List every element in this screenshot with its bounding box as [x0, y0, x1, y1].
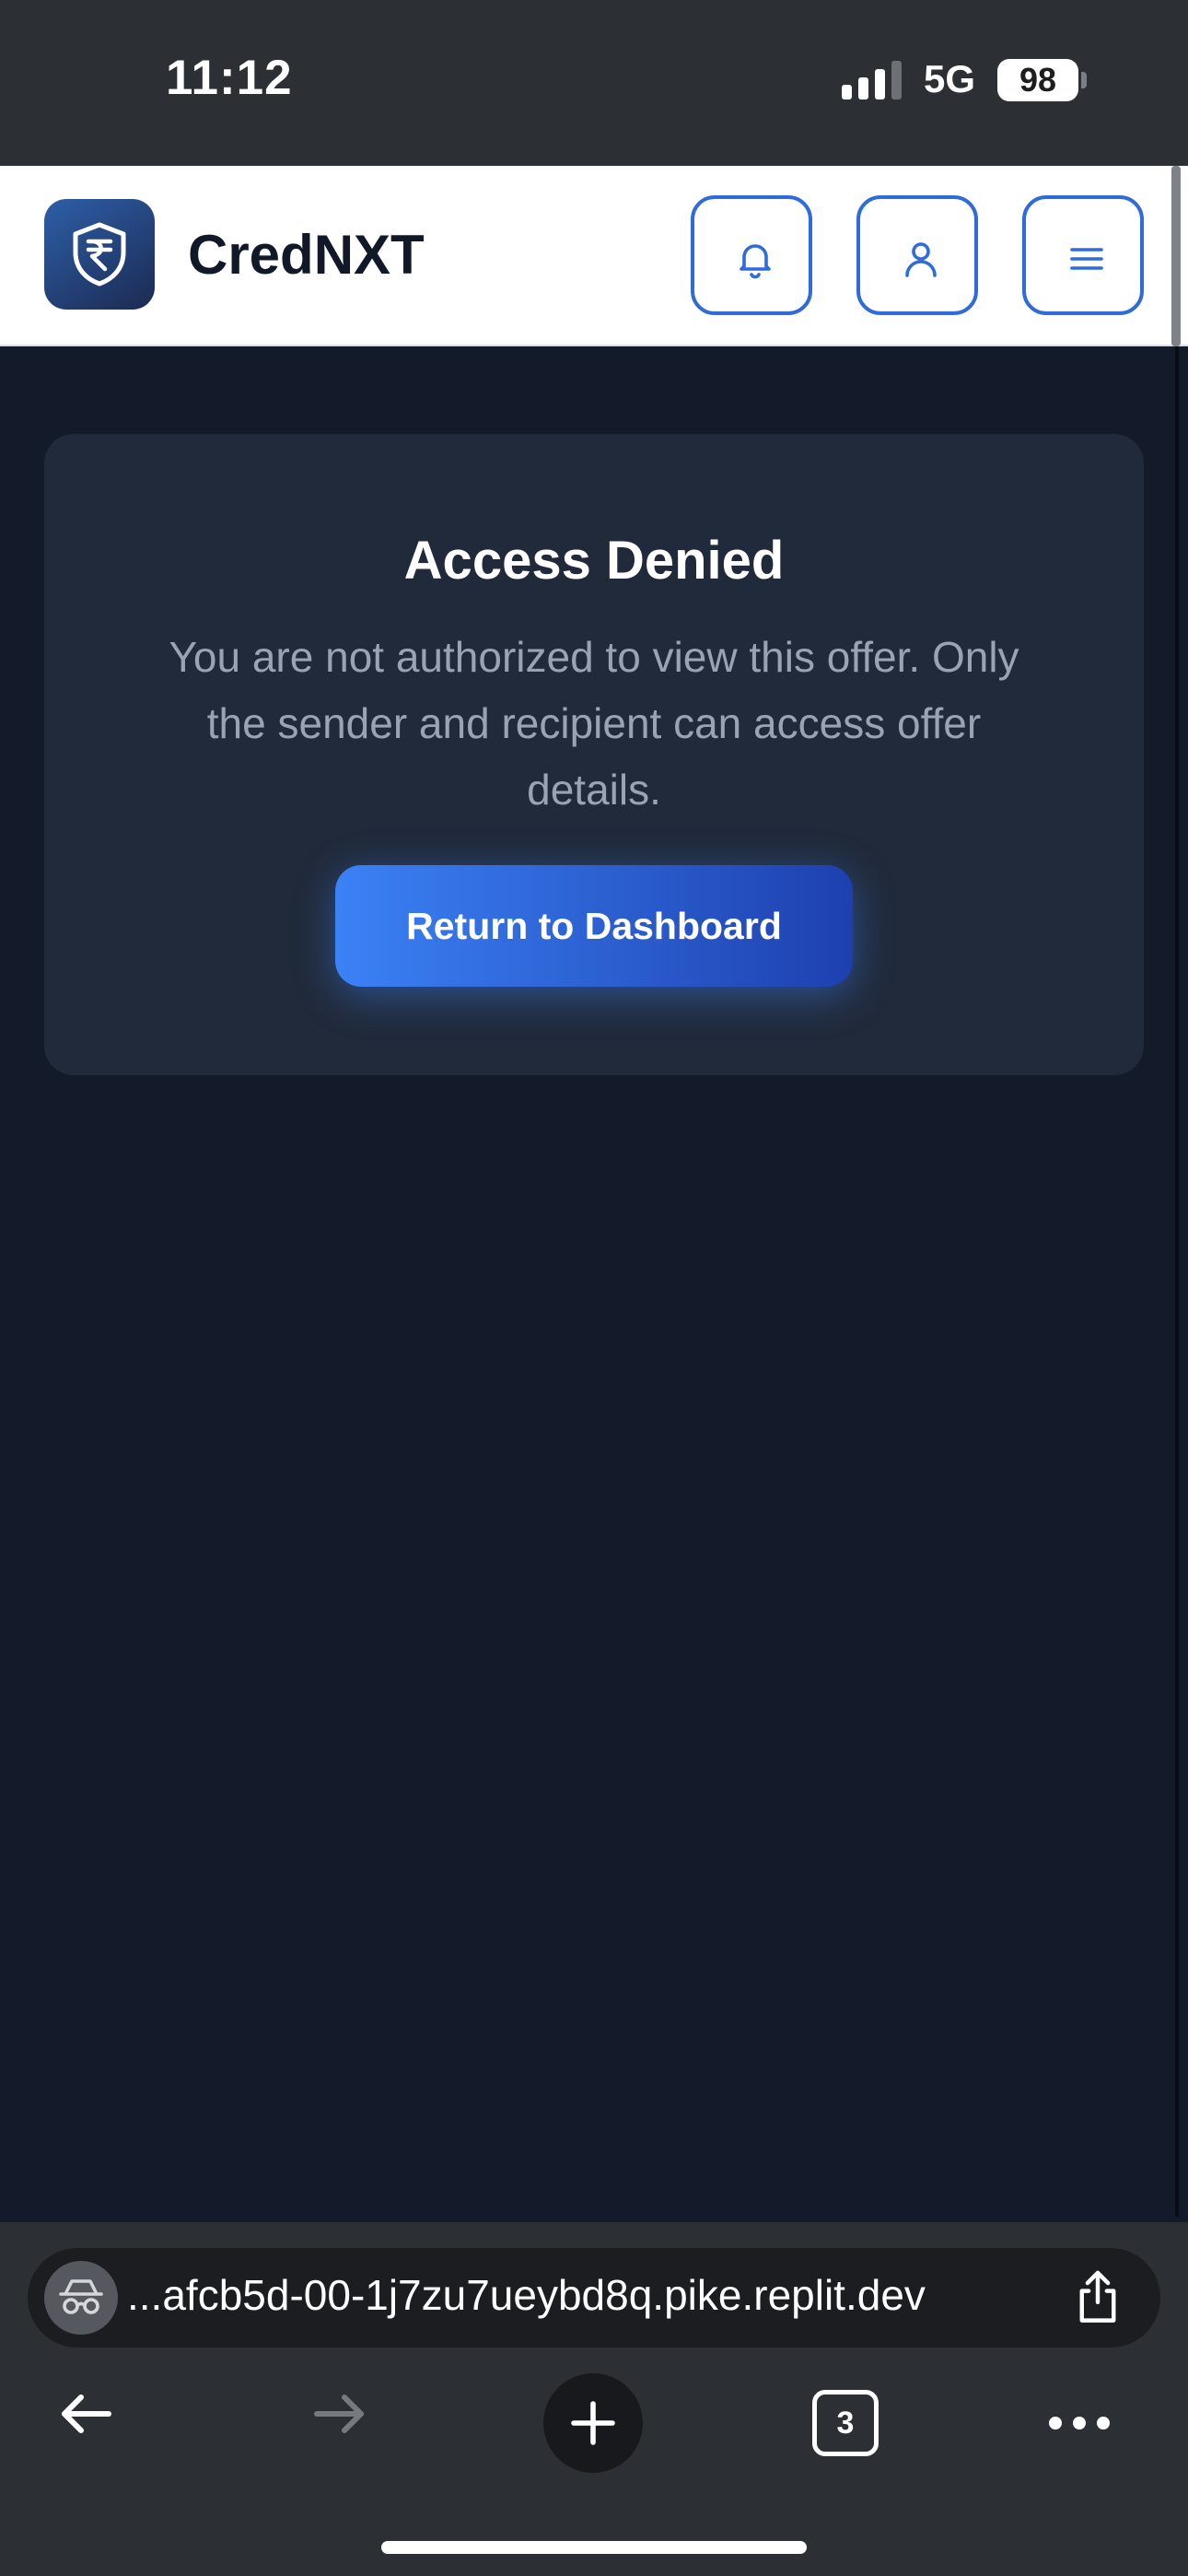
incognito-icon[interactable]: [44, 2261, 118, 2335]
battery-tip: [1081, 72, 1087, 88]
battery-icon: 98: [997, 59, 1078, 101]
plus-icon: [571, 2401, 615, 2445]
bell-icon: [740, 244, 771, 279]
profile-button[interactable]: [856, 195, 978, 315]
back-arrow-icon[interactable]: [53, 2381, 120, 2447]
status-time: 11:12: [166, 51, 293, 105]
access-denied-message: You are not authorized to view this offe…: [169, 633, 1019, 814]
app-header: CredNXT: [0, 166, 1188, 346]
access-denied-title: Access Denied: [403, 531, 785, 591]
page-scrollbar[interactable]: [1171, 166, 1181, 346]
access-denied-card: Access Denied You are not authorized to …: [44, 434, 1144, 1075]
network-type: 5G: [924, 57, 976, 100]
return-to-dashboard-button[interactable]: Return to Dashboard: [335, 865, 853, 987]
more-dots-icon[interactable]: [1046, 2410, 1112, 2436]
cellular-signal-icon: [842, 61, 902, 100]
browser-toolbar: ...afcb5d-00-1j7zu7ueybd8q.pike.replit.d…: [0, 2222, 1188, 2576]
rupee-shield-icon: [73, 222, 126, 287]
menu-button[interactable]: [1022, 195, 1144, 315]
hamburger-menu-icon: [1070, 248, 1103, 270]
brand-name[interactable]: CredNXT: [188, 223, 425, 287]
share-icon[interactable]: [1070, 2268, 1125, 2327]
forward-arrow-icon[interactable]: [306, 2381, 372, 2447]
notifications-button[interactable]: [691, 195, 812, 315]
new-tab-button[interactable]: [543, 2373, 643, 2473]
scrollbar-track: [1175, 346, 1179, 2217]
tab-count: 3: [836, 2406, 855, 2441]
app-logo[interactable]: [44, 199, 155, 310]
status-bar: 11:12 5G 98: [0, 0, 1188, 166]
home-indicator[interactable]: [381, 2541, 807, 2554]
url-text[interactable]: ...afcb5d-00-1j7zu7ueybd8q.pike.replit.d…: [127, 2270, 1066, 2320]
tab-switcher-button[interactable]: 3: [812, 2390, 879, 2456]
battery-level: 98: [1019, 61, 1057, 99]
address-bar[interactable]: ...afcb5d-00-1j7zu7ueybd8q.pike.replit.d…: [28, 2248, 1160, 2348]
user-icon: [905, 242, 937, 277]
